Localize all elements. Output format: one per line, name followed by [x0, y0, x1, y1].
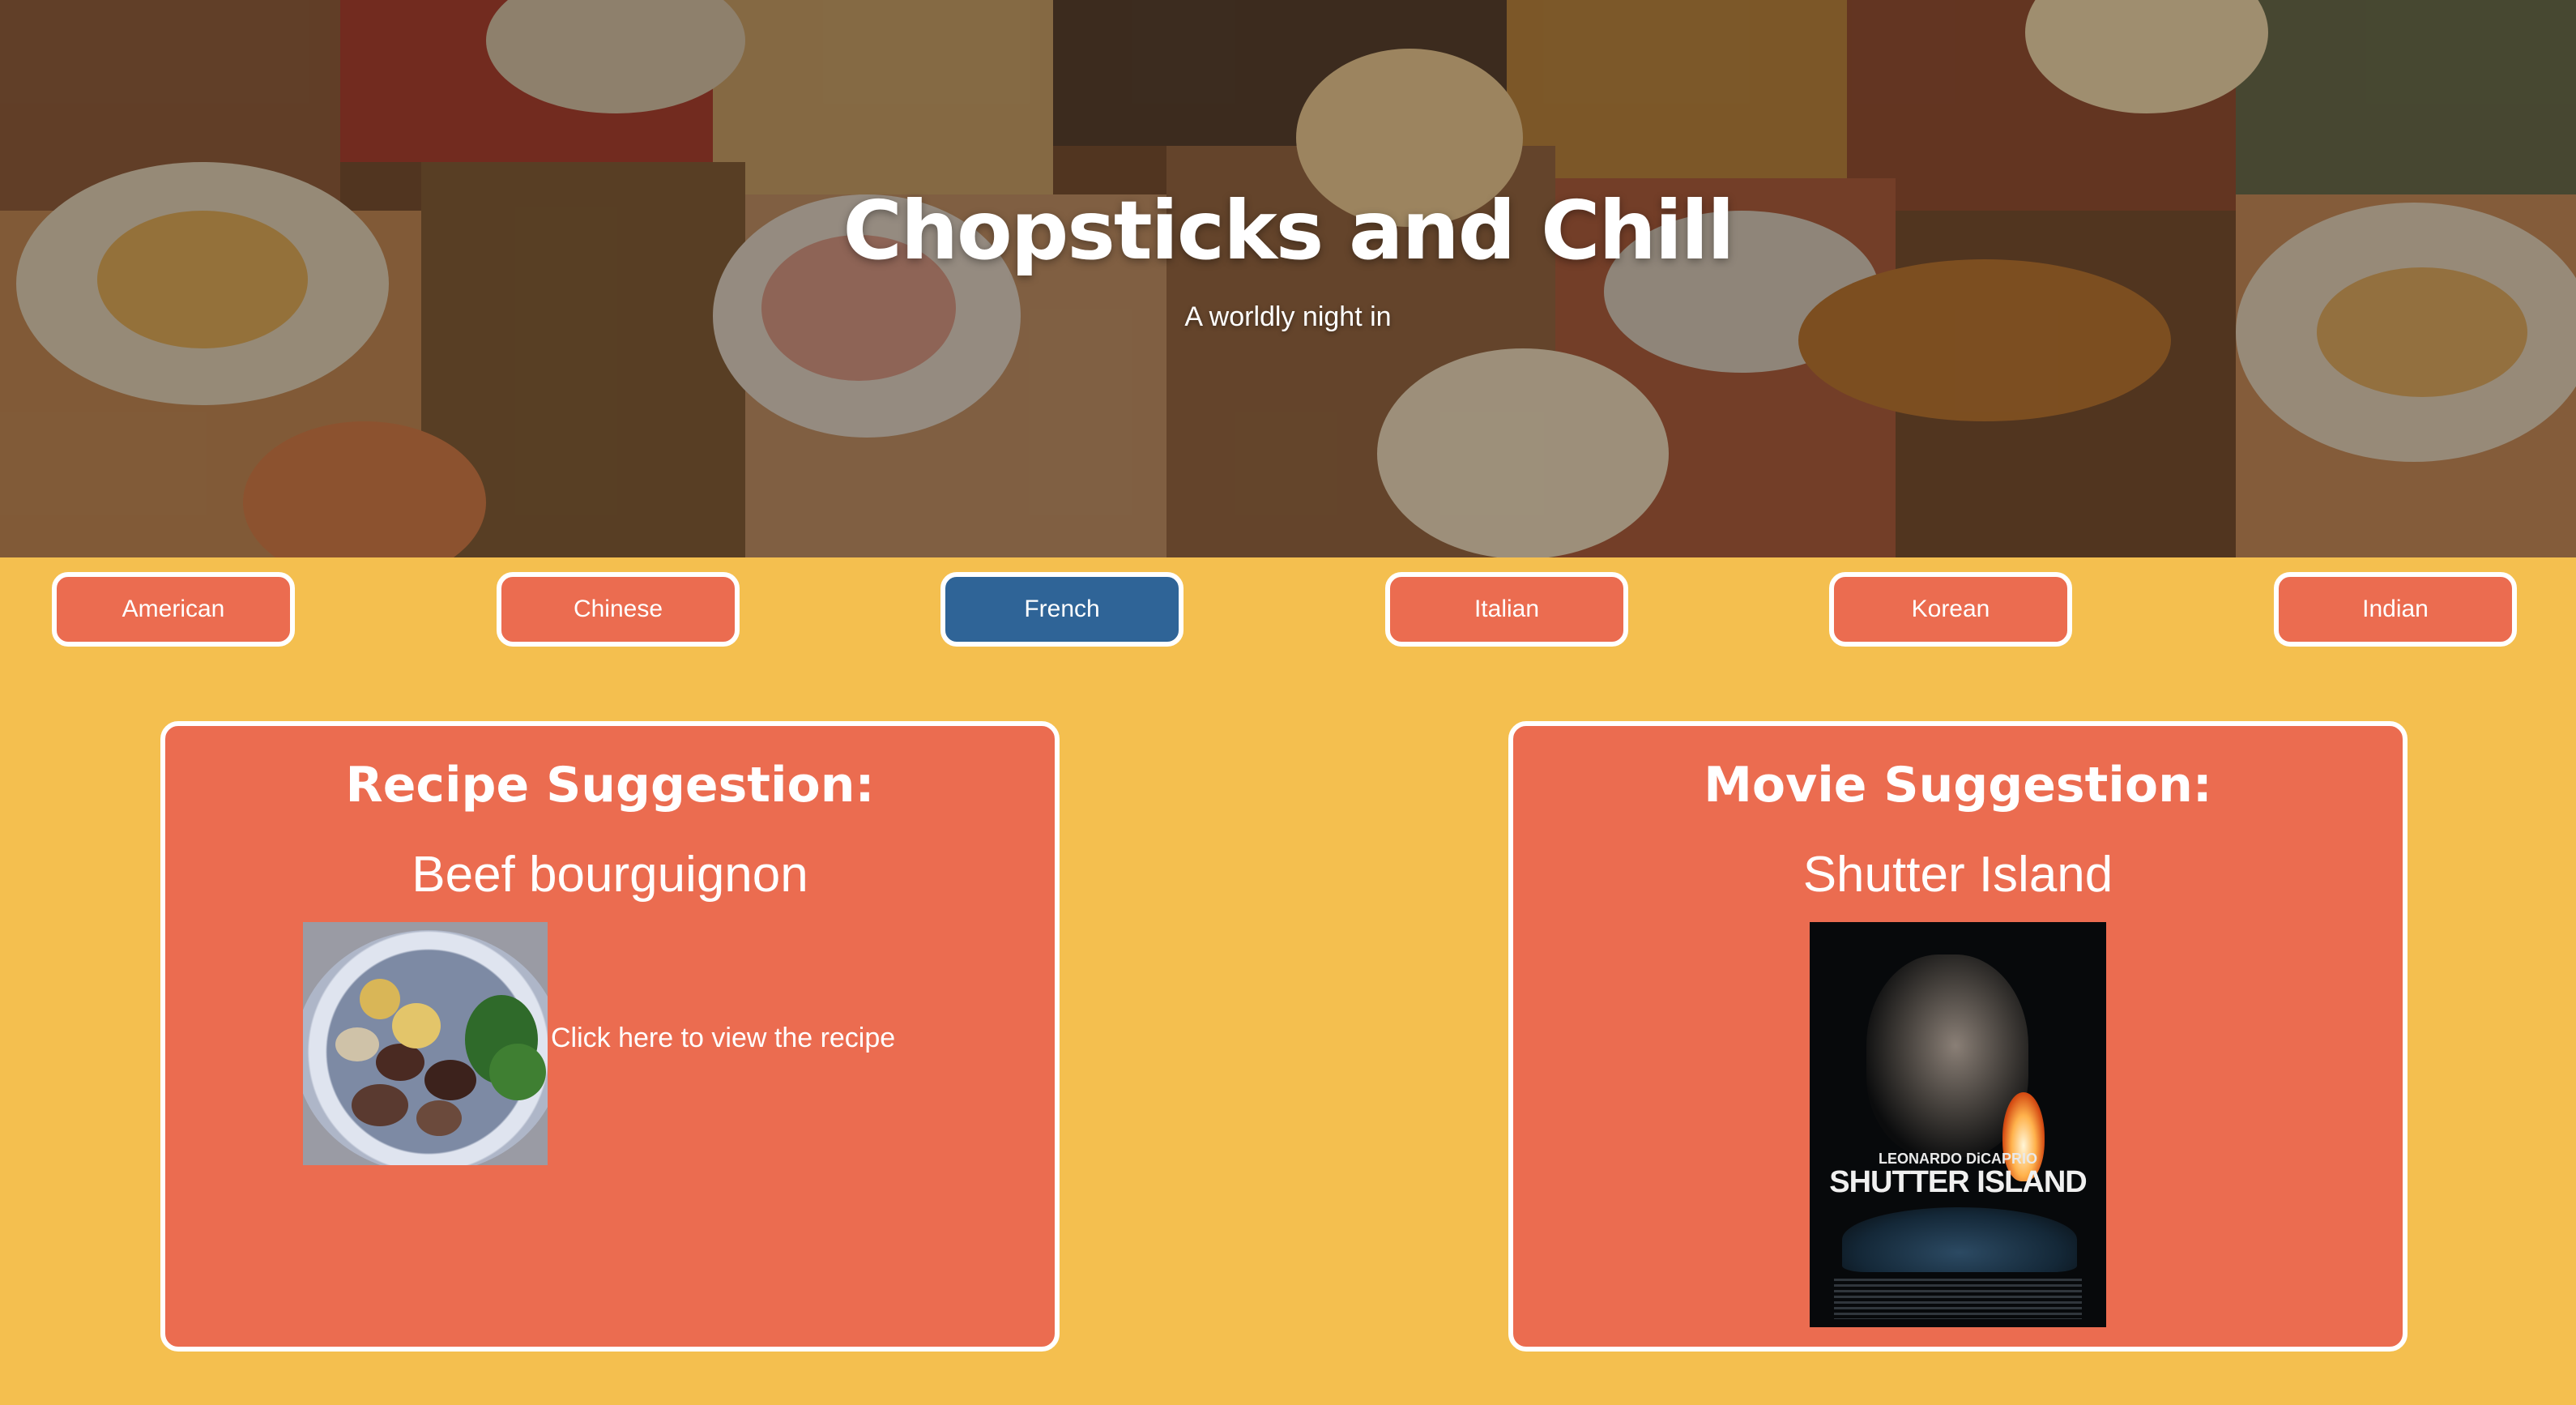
hero-overlay [0, 0, 2576, 557]
hero-banner: Chopsticks and Chill A worldly night in [0, 0, 2576, 557]
cuisine-button-italian[interactable]: Italian [1385, 572, 1628, 647]
recipe-image [303, 922, 548, 1165]
recipe-suggestion-card: Recipe Suggestion: Beef bourguignon Clic… [160, 721, 1060, 1352]
cuisine-button-bar: American Chinese French Italian Korean I… [0, 572, 2576, 647]
cuisine-button-chinese[interactable]: Chinese [497, 572, 740, 647]
site-subtitle: A worldly night in [1184, 301, 1392, 332]
movie-suggestion-card: Movie Suggestion: Shutter Island LEONARD… [1508, 721, 2408, 1352]
cuisine-button-korean[interactable]: Korean [1829, 572, 2072, 647]
poster-title-text: SHUTTER ISLAND [1829, 1165, 2087, 1199]
movie-poster: LEONARDO DiCAPRIO SHUTTER ISLAND [1810, 922, 2106, 1327]
cuisine-button-french[interactable]: French [940, 572, 1184, 647]
movie-name: Shutter Island [1802, 847, 2113, 903]
cuisine-button-indian[interactable]: Indian [2274, 572, 2517, 647]
view-recipe-link[interactable]: Click here to view the recipe [551, 1023, 895, 1054]
site-title: Chopsticks and Chill [842, 183, 1734, 278]
recipe-card-heading: Recipe Suggestion: [345, 757, 875, 814]
movie-card-heading: Movie Suggestion: [1704, 757, 2212, 814]
cuisine-button-american[interactable]: American [52, 572, 295, 647]
recipe-name: Beef bourguignon [412, 847, 808, 903]
